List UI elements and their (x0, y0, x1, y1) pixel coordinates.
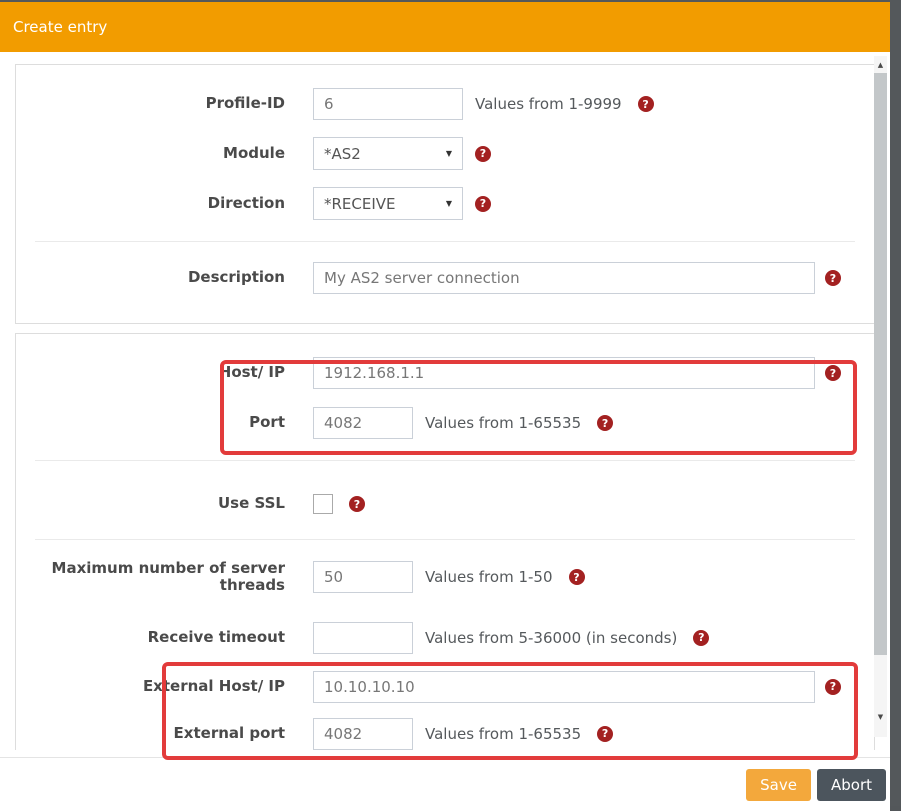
general-section: Profile-ID Values from 1-9999 ? Module *… (15, 64, 875, 324)
receive-timeout-input[interactable] (313, 622, 413, 654)
help-icon[interactable]: ? (475, 196, 491, 212)
port-input[interactable] (313, 407, 413, 439)
form-row-external-host: External Host/ IP ? (16, 671, 874, 703)
external-host-label: External Host/ IP (35, 678, 285, 695)
page-background: Create entry Profile-ID Values from 1-99… (0, 0, 901, 806)
help-icon[interactable]: ? (693, 630, 709, 646)
modal-body: Profile-ID Values from 1-9999 ? Module *… (0, 64, 890, 749)
profile-id-hint: Values from 1-9999 (475, 95, 622, 113)
form-row-receive-timeout: Receive timeout Values from 5-36000 (in … (16, 622, 874, 654)
external-host-input[interactable] (313, 671, 815, 703)
max-threads-input[interactable] (313, 561, 413, 593)
help-icon[interactable]: ? (597, 726, 613, 742)
max-threads-label: Maximum number of server threads (35, 560, 285, 595)
connection-section: Host/ IP ? Port Values from 1-65535 ? Us… (15, 333, 875, 750)
help-icon[interactable]: ? (638, 96, 654, 112)
help-icon[interactable]: ? (597, 415, 613, 431)
max-threads-hint: Values from 1-50 (425, 568, 553, 586)
receive-timeout-hint: Values from 5-36000 (in seconds) (425, 629, 677, 647)
direction-select-value: *RECEIVE (324, 195, 396, 213)
module-select-value: *AS2 (324, 145, 361, 163)
modal-header: Create entry (0, 2, 890, 52)
scroll-up-icon[interactable]: ▲ (874, 56, 887, 73)
modal-title: Create entry (13, 18, 107, 36)
help-icon[interactable]: ? (825, 365, 841, 381)
help-icon[interactable]: ? (825, 679, 841, 695)
host-input[interactable] (313, 357, 815, 389)
create-entry-modal: Create entry Profile-ID Values from 1-99… (0, 2, 890, 800)
external-port-hint: Values from 1-65535 (425, 725, 581, 743)
external-port-label: External port (35, 725, 285, 742)
scrollbar[interactable]: ▲ ▼ (874, 56, 887, 737)
receive-timeout-label: Receive timeout (35, 629, 285, 646)
section-divider (35, 241, 855, 242)
scrollbar-thumb[interactable] (874, 73, 887, 655)
external-port-input[interactable] (313, 718, 413, 750)
help-icon[interactable]: ? (475, 146, 491, 162)
direction-label: Direction (35, 195, 285, 212)
form-row-direction: Direction *RECEIVE ▼ ? (16, 187, 874, 220)
profile-id-input[interactable] (313, 88, 463, 120)
modal-footer: Save Abort (0, 757, 890, 811)
use-ssl-label: Use SSL (35, 495, 285, 512)
abort-button[interactable]: Abort (817, 769, 886, 801)
form-row-description: Description ? (16, 262, 874, 294)
save-button[interactable]: Save (746, 769, 811, 801)
module-label: Module (35, 145, 285, 162)
form-row-use-ssl: Use SSL ? (16, 488, 874, 520)
description-input[interactable] (313, 262, 815, 294)
direction-select[interactable]: *RECEIVE ▼ (313, 187, 463, 220)
form-row-module: Module *AS2 ▼ ? (16, 137, 874, 170)
form-row-profile-id: Profile-ID Values from 1-9999 ? (16, 88, 874, 120)
form-row-external-port: External port Values from 1-65535 ? (16, 718, 874, 750)
form-row-host: Host/ IP ? (16, 357, 874, 389)
scroll-down-icon[interactable]: ▼ (874, 708, 887, 725)
port-label: Port (35, 414, 285, 431)
profile-id-label: Profile-ID (35, 95, 285, 112)
port-hint: Values from 1-65535 (425, 414, 581, 432)
help-icon[interactable]: ? (569, 569, 585, 585)
section-divider (35, 460, 855, 461)
host-label: Host/ IP (35, 364, 285, 381)
chevron-down-icon: ▼ (446, 199, 452, 208)
chevron-down-icon: ▼ (446, 149, 452, 158)
help-icon[interactable]: ? (825, 270, 841, 286)
help-icon[interactable]: ? (349, 496, 365, 512)
form-row-max-threads: Maximum number of server threads Values … (16, 560, 874, 595)
module-select[interactable]: *AS2 ▼ (313, 137, 463, 170)
description-label: Description (35, 269, 285, 286)
use-ssl-checkbox[interactable] (313, 494, 333, 514)
form-row-port: Port Values from 1-65535 ? (16, 407, 874, 439)
section-divider (35, 539, 855, 540)
